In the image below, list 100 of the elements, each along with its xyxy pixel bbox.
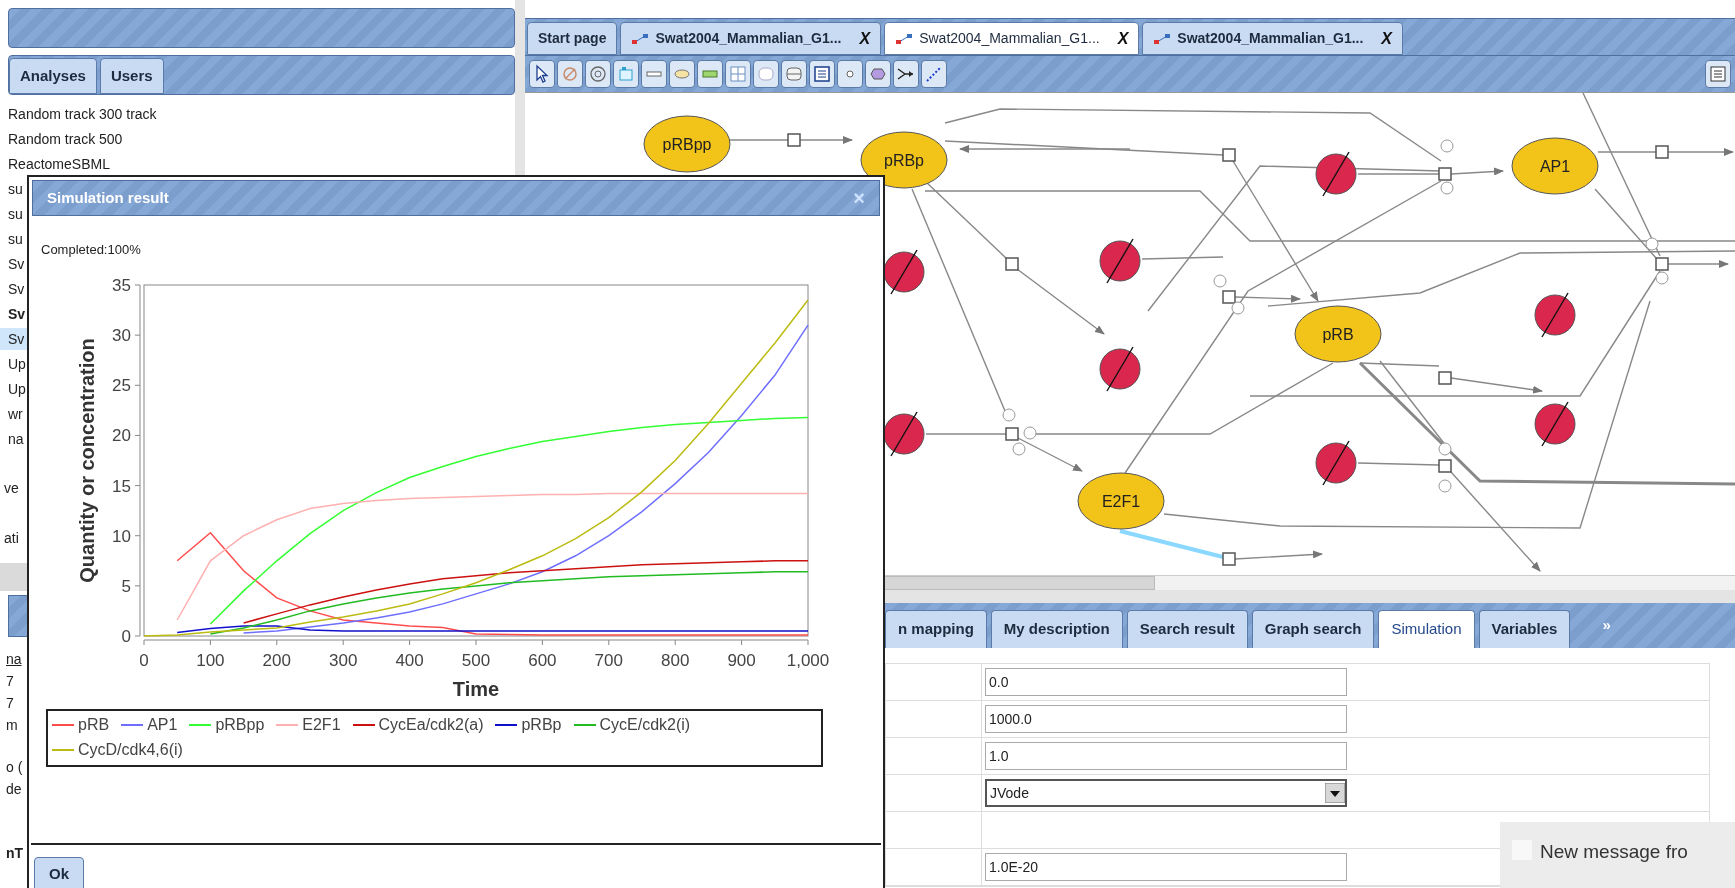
rounded-box-icon <box>756 64 776 84</box>
junction-marker <box>1012 442 1026 456</box>
list-item[interactable]: ReactomeSBML <box>0 152 114 175</box>
reaction-square <box>787 133 801 147</box>
list-item[interactable]: ati <box>0 528 19 549</box>
x-tick-label: 800 <box>661 650 690 670</box>
reaction-square <box>1438 459 1452 473</box>
grid-icon <box>728 64 748 84</box>
tab[interactable]: Analyses <box>9 58 97 94</box>
dropdown[interactable]: JVode <box>985 779 1347 807</box>
list-item[interactable]: ve <box>0 478 19 499</box>
junction-marker <box>1655 271 1669 285</box>
list-item[interactable]: su <box>0 202 27 225</box>
tab[interactable]: n mapping <box>885 610 987 648</box>
y-tick-label: 20 <box>112 425 131 445</box>
input-field[interactable]: 1000.0 <box>985 705 1347 733</box>
tool-button[interactable] <box>893 60 919 88</box>
box-icon <box>616 64 636 84</box>
x-tick-label: 900 <box>727 650 756 670</box>
species-node[interactable]: pRBpp <box>643 115 731 173</box>
y-axis-title: Quantity or concentration <box>76 337 98 583</box>
legend-label: pRBpp <box>215 715 265 735</box>
dropdown-arrow-icon <box>1325 783 1345 803</box>
input-field[interactable]: 1.0 <box>985 742 1347 770</box>
list-item[interactable]: Sv <box>0 277 29 300</box>
ok-button[interactable]: Ok <box>34 857 84 888</box>
junction-marker <box>1023 426 1037 440</box>
list-item[interactable]: Sv <box>0 252 29 275</box>
reaction-square <box>1005 257 1019 271</box>
species-node[interactable]: E2F1 <box>1077 472 1165 530</box>
junction-marker <box>1213 274 1227 288</box>
y-tick-label: 0 <box>121 626 131 646</box>
network-icon <box>631 31 650 46</box>
tab[interactable]: My description <box>990 610 1123 648</box>
list-item[interactable]: su <box>0 177 27 200</box>
list-item[interactable]: Random track 500 <box>0 127 127 150</box>
tab[interactable]: Simulation <box>1378 610 1475 648</box>
editor-tab[interactable]: Swat2004_Mammalian_G1... X <box>884 22 1140 55</box>
legend-label: pRB <box>78 715 110 735</box>
junction-marker <box>1002 408 1016 422</box>
list-item[interactable]: na <box>0 427 28 450</box>
rounded-box-icon <box>784 64 804 84</box>
editor-tab[interactable]: Start page <box>527 22 618 55</box>
y-tick-label: 25 <box>112 375 131 395</box>
legend-label: CycD/cdk4,6(i) <box>78 740 183 760</box>
legend-label: CycE/cdk2(i) <box>599 715 691 735</box>
close-icon[interactable]: X <box>1381 26 1393 51</box>
reaction-square <box>1005 427 1019 441</box>
list-item[interactable]: wr <box>0 402 27 425</box>
reaction-square <box>1655 257 1669 271</box>
legend-label: pRBp <box>521 715 562 735</box>
tab[interactable]: Variables <box>1478 610 1571 648</box>
reaction-square <box>1438 371 1452 385</box>
junction-marker <box>1438 442 1452 456</box>
y-tick-label: 30 <box>112 325 131 345</box>
text-fragment: m <box>5 716 18 735</box>
legend-label: CycEa/cdk2(a) <box>378 715 484 735</box>
list-item[interactable]: Sv <box>0 302 30 325</box>
network-icon <box>895 31 914 46</box>
x-tick-label: 100 <box>196 650 225 670</box>
tab[interactable]: Users <box>99 58 164 94</box>
y-tick-label: 5 <box>121 576 131 596</box>
y-tick-label: 35 <box>112 275 131 295</box>
status-text: Completed:100% <box>41 241 141 259</box>
junction-marker <box>1645 237 1659 251</box>
list-item[interactable]: Up <box>0 352 30 375</box>
editor-tab[interactable]: Swat2004_Mammalian_G1... X <box>620 22 882 55</box>
degradation-icon <box>1534 292 1576 338</box>
tool-button[interactable] <box>809 60 835 88</box>
reaction-square <box>1222 552 1236 566</box>
species-node[interactable]: AP1 <box>1511 137 1599 195</box>
link[interactable]: na <box>0 649 22 669</box>
reaction-square <box>1438 167 1452 181</box>
text-fragment: 7 <box>5 672 14 691</box>
reaction-square <box>1222 290 1236 304</box>
list-icon <box>1709 65 1727 83</box>
close-icon[interactable]: X <box>859 26 871 51</box>
text-fragment: nT <box>5 844 24 863</box>
tab[interactable]: Graph search <box>1251 610 1375 648</box>
close-icon[interactable]: X <box>1117 26 1129 51</box>
input-field[interactable]: 1.0E-20 <box>985 853 1347 881</box>
x-tick-label: 500 <box>461 650 491 670</box>
document-icon <box>812 64 832 84</box>
tab[interactable]: Search result <box>1126 610 1248 648</box>
ring-icon <box>588 64 608 84</box>
x-tick-label: 200 <box>262 650 291 670</box>
list-item[interactable]: Up <box>0 377 30 400</box>
notification[interactable]: New message fro <box>1500 822 1735 888</box>
species-node[interactable]: pRB <box>1294 305 1382 363</box>
reaction-square <box>1222 148 1236 162</box>
x-tick-label: 300 <box>329 650 358 670</box>
tool-button[interactable] <box>529 60 555 88</box>
x-axis-title: Time <box>452 677 500 700</box>
list-item[interactable]: Sv <box>0 327 29 350</box>
x-tick-label: 0 <box>139 650 149 670</box>
list-item[interactable]: su <box>0 227 27 250</box>
input-field[interactable]: 0.0 <box>985 668 1347 696</box>
editor-tab[interactable]: Swat2004_Mammalian_G1... X <box>1142 22 1404 55</box>
list-item[interactable]: Random track 300 track <box>0 102 161 125</box>
species-node[interactable]: pRBp <box>860 131 948 189</box>
